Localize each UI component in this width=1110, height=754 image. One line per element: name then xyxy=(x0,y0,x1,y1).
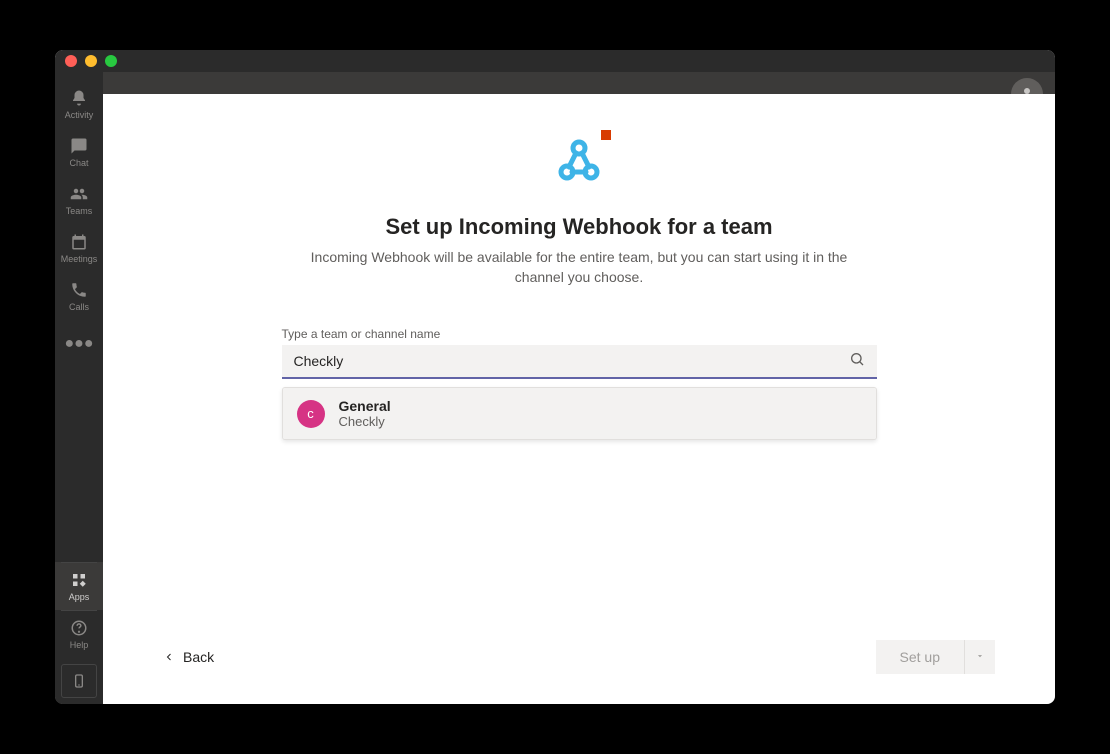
window-minimize-button[interactable] xyxy=(85,55,97,67)
chevron-down-icon xyxy=(975,651,985,661)
nav-label: Help xyxy=(70,640,89,650)
window-close-button[interactable] xyxy=(65,55,77,67)
nav-activity[interactable]: Activity xyxy=(55,80,103,128)
modal-overlay: Set up Incoming Webhook for a team Incom… xyxy=(103,94,1055,704)
window-maximize-button[interactable] xyxy=(105,55,117,67)
search-icon xyxy=(849,351,865,372)
titlebar xyxy=(55,50,1055,72)
modal-title: Set up Incoming Webhook for a team xyxy=(163,214,995,240)
setup-webhook-modal: Set up Incoming Webhook for a team Incom… xyxy=(103,94,1055,704)
search-results-dropdown: c General Checkly xyxy=(282,387,877,440)
team-search-section: Type a team or channel name c General xyxy=(282,327,877,440)
phone-icon xyxy=(69,280,89,300)
app-window: Activity Chat Teams Meetings xyxy=(55,50,1055,704)
nav-label: Activity xyxy=(65,110,94,120)
chevron-left-icon xyxy=(163,651,175,663)
nav-help[interactable]: Help xyxy=(55,610,103,658)
search-input-row[interactable] xyxy=(282,345,877,379)
app-body: Activity Chat Teams Meetings xyxy=(55,72,1055,704)
modal-footer: Back Set up xyxy=(163,620,995,674)
nav-label: Apps xyxy=(69,592,90,602)
chat-icon xyxy=(69,136,89,156)
ellipsis-icon: ●●● xyxy=(65,335,94,353)
webhook-app-icon xyxy=(553,134,605,186)
back-button[interactable]: Back xyxy=(163,649,214,665)
back-label: Back xyxy=(183,649,214,665)
result-info: General Checkly xyxy=(339,398,391,429)
search-label: Type a team or channel name xyxy=(282,327,877,341)
nav-teams[interactable]: Teams xyxy=(55,176,103,224)
nav-calls[interactable]: Calls xyxy=(55,272,103,320)
modal-subtitle: Incoming Webhook will be available for t… xyxy=(299,248,859,287)
bell-icon xyxy=(69,88,89,108)
nav-meetings[interactable]: Meetings xyxy=(55,224,103,272)
setup-button[interactable]: Set up xyxy=(876,640,964,674)
nav-chat[interactable]: Chat xyxy=(55,128,103,176)
office-badge-icon xyxy=(601,130,611,140)
people-icon xyxy=(69,184,89,204)
team-name: Checkly xyxy=(339,414,391,429)
nav-label: Calls xyxy=(69,302,89,312)
setup-dropdown-button[interactable] xyxy=(964,640,995,674)
nav-apps[interactable]: Apps xyxy=(55,562,103,610)
team-search-input[interactable] xyxy=(294,353,849,369)
help-icon xyxy=(69,618,89,638)
calendar-icon xyxy=(69,232,89,252)
nav-download-mobile[interactable] xyxy=(61,664,97,698)
nav-label: Chat xyxy=(69,158,88,168)
team-avatar: c xyxy=(297,400,325,428)
nav-more[interactable]: ●●● xyxy=(55,320,103,368)
apps-icon xyxy=(69,570,89,590)
nav-label: Meetings xyxy=(61,254,98,264)
channel-name: General xyxy=(339,398,391,414)
nav-label: Teams xyxy=(66,206,93,216)
mobile-icon xyxy=(71,673,87,689)
app-rail: Activity Chat Teams Meetings xyxy=(55,72,103,704)
setup-button-group: Set up xyxy=(876,640,995,674)
search-result-item[interactable]: c General Checkly xyxy=(283,388,876,439)
